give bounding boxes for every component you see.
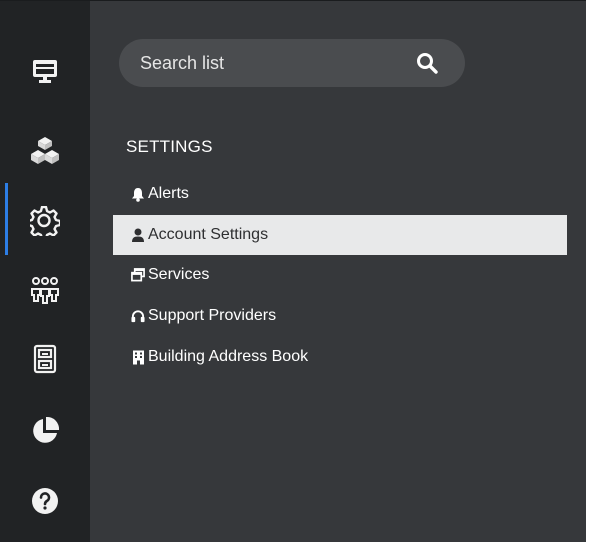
menu-item-label: Building Address Book (148, 348, 309, 365)
app-frame: SETTINGS Alerts Account Settings (0, 0, 586, 542)
search-box[interactable] (119, 39, 465, 87)
menu-item-services[interactable]: Services (113, 255, 567, 295)
bell-icon (131, 186, 145, 202)
monitor-icon (33, 60, 57, 83)
help-icon (32, 488, 58, 514)
gear-icon (30, 206, 60, 236)
menu-item-support-providers[interactable]: Support Providers (113, 296, 567, 336)
settings-section-title: SETTINGS (126, 137, 213, 156)
rail-item-dashboard[interactable] (0, 51, 90, 91)
rail-item-reports[interactable] (0, 411, 90, 451)
menu-item-label: Alerts (148, 185, 189, 202)
rail-item-directory[interactable] (0, 339, 90, 379)
rail-item-settings[interactable] (0, 183, 90, 255)
rail-item-people[interactable] (0, 271, 90, 311)
building-icon (131, 349, 145, 365)
boxes-icon (31, 137, 59, 164)
users-icon (31, 277, 59, 304)
headphones-icon (131, 308, 145, 324)
search-input[interactable] (140, 52, 410, 74)
menu-item-alerts[interactable]: Alerts (113, 174, 567, 214)
user-icon (131, 227, 145, 243)
icon-sidebar (0, 1, 90, 542)
menu-item-label: Account Settings (148, 226, 269, 243)
pie-chart-icon (33, 416, 60, 443)
rail-item-help[interactable] (0, 481, 90, 521)
menu-item-label: Support Providers (148, 307, 277, 324)
rail-item-assets[interactable] (0, 131, 90, 171)
windows-icon (131, 267, 145, 283)
menu-item-account-settings[interactable]: Account Settings (113, 215, 567, 255)
file-cabinet-icon (33, 344, 57, 374)
search-icon[interactable] (416, 52, 438, 74)
menu-item-label: Services (148, 266, 210, 283)
menu-item-building-address-book[interactable]: Building Address Book (113, 337, 567, 377)
